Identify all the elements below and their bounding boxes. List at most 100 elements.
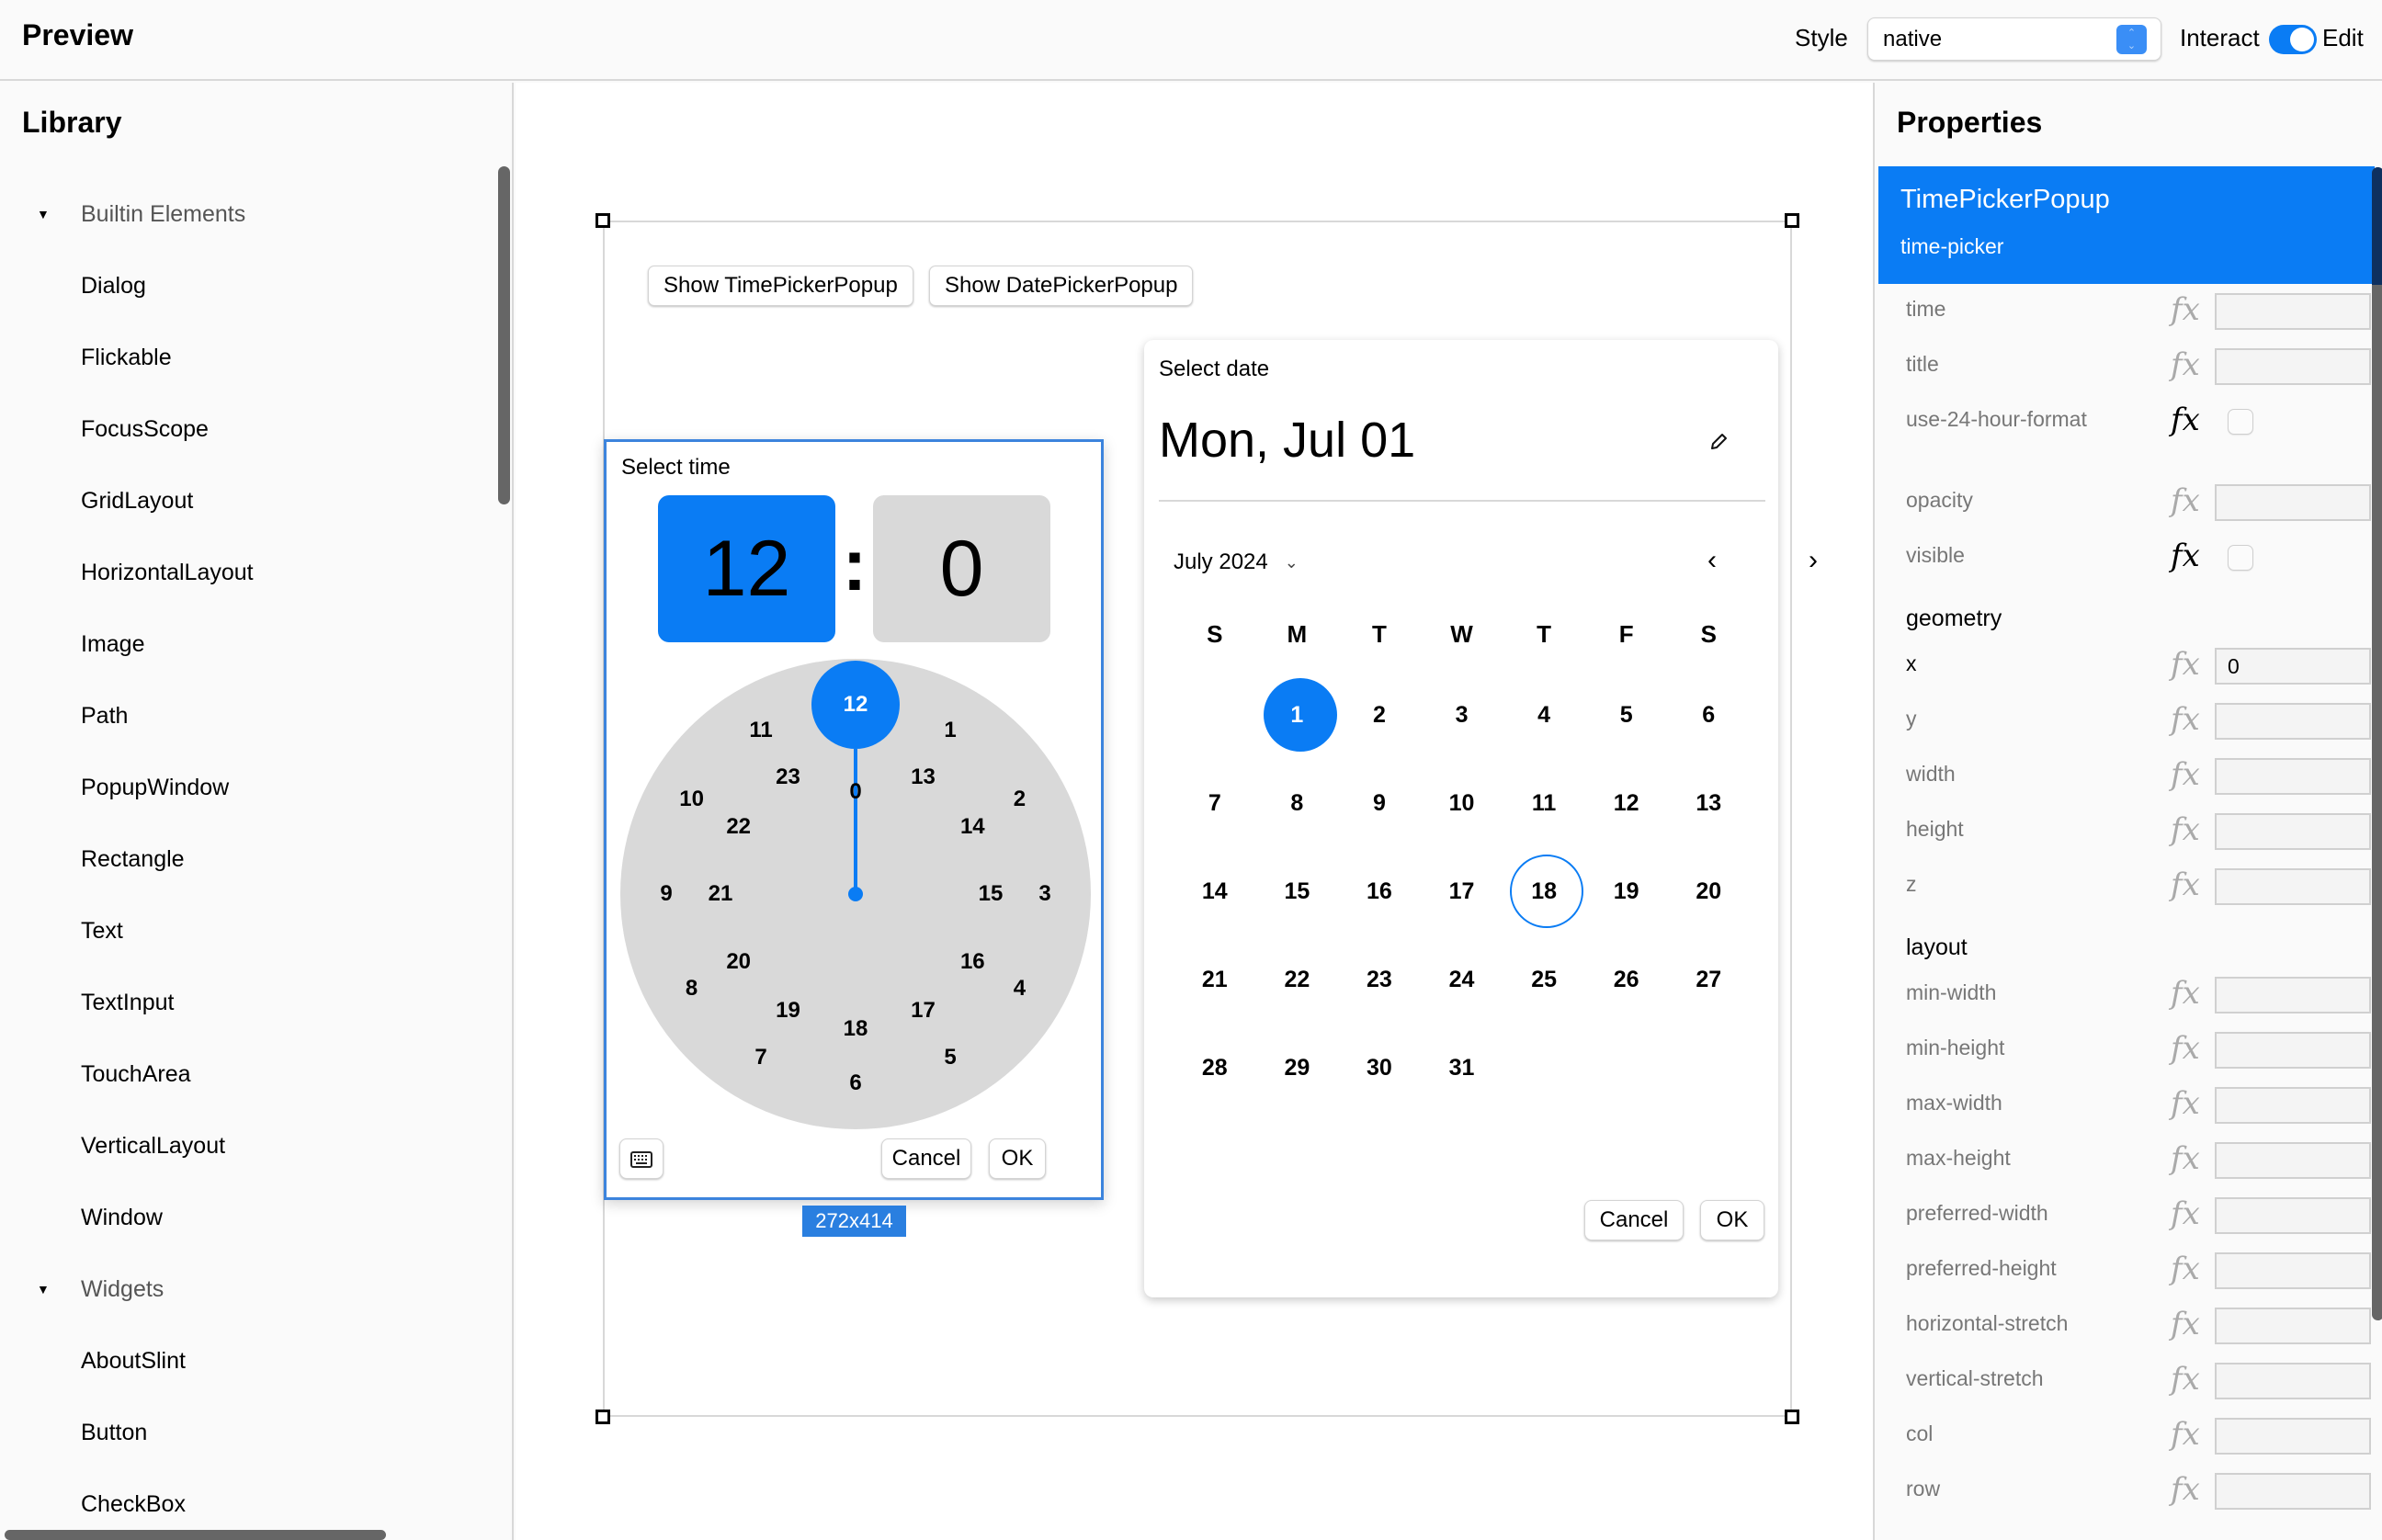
next-month-button[interactable]: ›: [1795, 544, 1832, 581]
fx-icon[interactable]: fx: [2171, 646, 2200, 683]
property-input-preferred-height[interactable]: [2215, 1252, 2371, 1289]
library-item-text[interactable]: Text: [0, 895, 496, 967]
calendar-day-18[interactable]: 18: [1503, 855, 1585, 928]
property-input-row[interactable]: [2215, 1473, 2371, 1510]
property-input-y[interactable]: [2215, 703, 2371, 740]
clock-hour-4[interactable]: 4: [996, 975, 1042, 1002]
fx-icon[interactable]: fx: [2171, 1471, 2200, 1508]
fx-icon[interactable]: fx: [2171, 291, 2200, 328]
library-vertical-scrollbar[interactable]: [498, 166, 510, 504]
resize-handle-top-left[interactable]: [596, 213, 610, 228]
calendar-day-24[interactable]: 24: [1421, 943, 1503, 1016]
style-combobox[interactable]: native ⌃ ⌄: [1867, 17, 2161, 61]
fx-icon[interactable]: fx: [2171, 811, 2200, 848]
fx-icon[interactable]: fx: [2171, 482, 2200, 519]
property-checkbox-use-24-hour-format[interactable]: [2228, 409, 2253, 435]
fx-icon[interactable]: fx: [2171, 866, 2200, 903]
clock-hour-15[interactable]: 15: [968, 880, 1014, 908]
calendar-day-8[interactable]: 8: [1256, 766, 1339, 840]
clock-hour-0[interactable]: 0: [833, 778, 879, 806]
property-input-col[interactable]: [2215, 1418, 2371, 1455]
show-timepicker-button[interactable]: Show TimePickerPopup: [648, 266, 913, 306]
library-item-verticallayout[interactable]: VerticalLayout: [0, 1110, 496, 1182]
property-input-preferred-width[interactable]: [2215, 1197, 2371, 1234]
calendar-day-29[interactable]: 29: [1256, 1031, 1339, 1104]
calendar-day-5[interactable]: 5: [1585, 678, 1668, 752]
fx-icon[interactable]: fx: [2171, 1416, 2200, 1453]
fx-icon[interactable]: fx: [2171, 1085, 2200, 1122]
clock-hour-9[interactable]: 9: [643, 880, 689, 908]
clock-hour-18[interactable]: 18: [833, 1015, 879, 1043]
fx-icon[interactable]: fx: [2171, 1195, 2200, 1232]
property-input-height[interactable]: [2215, 813, 2371, 850]
property-input-time[interactable]: [2215, 293, 2371, 330]
calendar-day-27[interactable]: 27: [1667, 943, 1750, 1016]
hour-field[interactable]: 12: [658, 495, 835, 642]
clock-hour-21[interactable]: 21: [698, 880, 743, 908]
library-horizontal-scrollbar[interactable]: [5, 1530, 386, 1540]
clock-hour-3[interactable]: 3: [1022, 880, 1068, 908]
previous-month-button[interactable]: ‹: [1694, 544, 1730, 581]
library-item-dialog[interactable]: Dialog: [0, 250, 496, 322]
clock-hour-11[interactable]: 11: [738, 717, 784, 744]
library-item-focusscope[interactable]: FocusScope: [0, 393, 496, 465]
fx-icon[interactable]: fx: [2171, 975, 2200, 1012]
clock-hour-1[interactable]: 1: [927, 717, 973, 744]
property-input-opacity[interactable]: [2215, 484, 2371, 521]
clock-hour-13[interactable]: 13: [901, 764, 947, 791]
calendar-day-22[interactable]: 22: [1256, 943, 1339, 1016]
clock-hour-14[interactable]: 14: [949, 813, 995, 841]
clock-hour-6[interactable]: 6: [833, 1070, 879, 1097]
library-item-path[interactable]: Path: [0, 680, 496, 752]
property-input-x[interactable]: 0: [2215, 648, 2371, 685]
calendar-day-30[interactable]: 30: [1338, 1031, 1421, 1104]
library-item-horizontallayout[interactable]: HorizontalLayout: [0, 537, 496, 608]
calendar-day-16[interactable]: 16: [1338, 855, 1421, 928]
property-input-width[interactable]: [2215, 758, 2371, 795]
calendar-day-13[interactable]: 13: [1667, 766, 1750, 840]
fx-icon[interactable]: fx: [2171, 1306, 2200, 1342]
clock-hour-17[interactable]: 17: [901, 997, 947, 1025]
clock-hour-5[interactable]: 5: [927, 1044, 973, 1071]
calendar-day-31[interactable]: 31: [1421, 1031, 1503, 1104]
library-item-flickable[interactable]: Flickable: [0, 322, 496, 393]
library-item-aboutslint[interactable]: AboutSlint: [0, 1325, 496, 1397]
clock-hour-7[interactable]: 7: [738, 1044, 784, 1071]
calendar-day-26[interactable]: 26: [1585, 943, 1668, 1016]
library-group-builtin-elements[interactable]: ▼ Builtin Elements: [0, 178, 496, 250]
fx-icon[interactable]: fx: [2171, 701, 2200, 738]
minute-field[interactable]: 0: [873, 495, 1050, 642]
fx-icon[interactable]: fx: [2171, 346, 2200, 383]
calendar-day-17[interactable]: 17: [1421, 855, 1503, 928]
calendar-day-14[interactable]: 14: [1174, 855, 1256, 928]
clock-hour-22[interactable]: 22: [716, 813, 762, 841]
resize-handle-top-right[interactable]: [1785, 213, 1799, 228]
property-input-min-height[interactable]: [2215, 1032, 2371, 1069]
property-input-min-width[interactable]: [2215, 977, 2371, 1013]
caret-down-icon[interactable]: ▼: [37, 207, 81, 221]
fx-icon[interactable]: fx: [2171, 756, 2200, 793]
interact-edit-toggle[interactable]: [2269, 25, 2317, 54]
fx-icon[interactable]: fx: [2171, 1251, 2200, 1287]
calendar-day-23[interactable]: 23: [1338, 943, 1421, 1016]
clock-dial[interactable]: 12 1 2 3 4 5 6 7 8 9 10 11 0 13 14 15 16 17 18 19 20 21 22 23: [620, 659, 1091, 1129]
fx-icon[interactable]: fx: [2171, 1140, 2200, 1177]
clock-hour-20[interactable]: 20: [716, 948, 762, 976]
library-item-rectangle[interactable]: Rectangle: [0, 823, 496, 895]
clock-hour-10[interactable]: 10: [669, 786, 715, 813]
calendar-day-19[interactable]: 19: [1585, 855, 1668, 928]
calendar-day-6[interactable]: 6: [1667, 678, 1750, 752]
library-item-window[interactable]: Window: [0, 1182, 496, 1253]
resize-handle-bottom-left[interactable]: [596, 1410, 610, 1424]
calendar-day-10[interactable]: 10: [1421, 766, 1503, 840]
calendar-day-2[interactable]: 2: [1338, 678, 1421, 752]
resize-handle-bottom-right[interactable]: [1785, 1410, 1799, 1424]
keyboard-input-button[interactable]: [619, 1138, 664, 1179]
property-checkbox-visible[interactable]: [2228, 545, 2253, 571]
time-cancel-button[interactable]: Cancel: [881, 1138, 971, 1179]
library-item-button[interactable]: Button: [0, 1397, 496, 1468]
clock-hour-23[interactable]: 23: [766, 764, 811, 791]
calendar-day-9[interactable]: 9: [1338, 766, 1421, 840]
clock-hour-8[interactable]: 8: [669, 975, 715, 1002]
time-ok-button[interactable]: OK: [989, 1138, 1046, 1179]
